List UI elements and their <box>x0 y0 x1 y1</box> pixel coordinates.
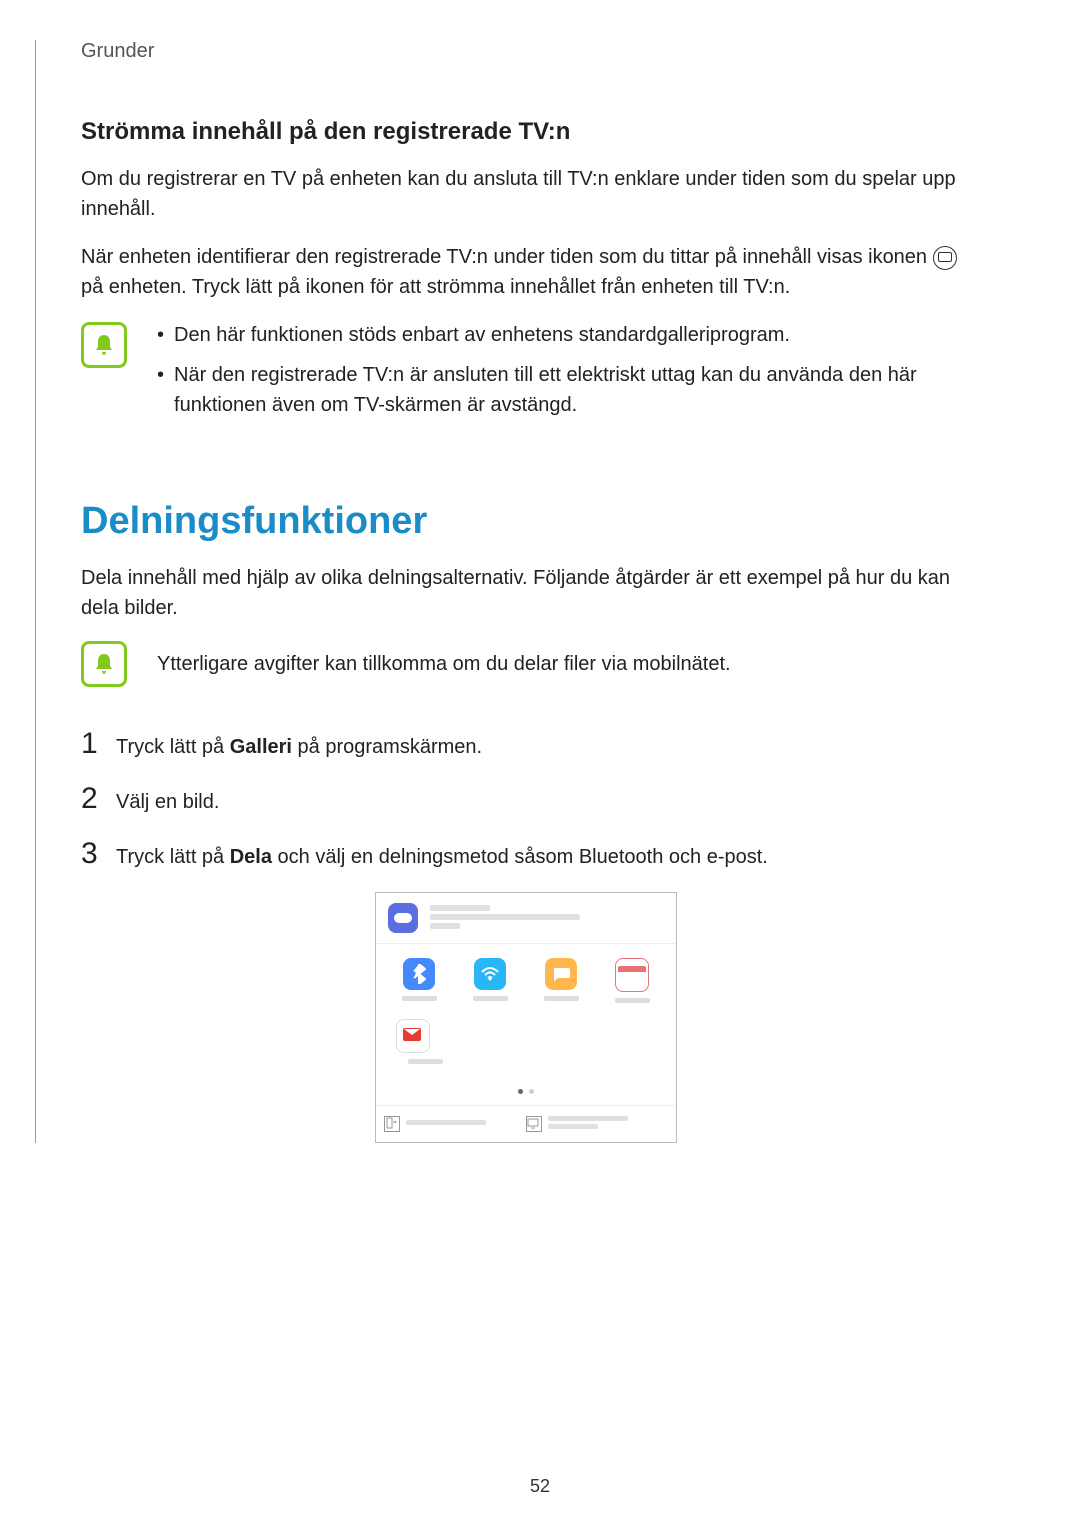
text-fragment: på enheten. Tryck lätt på ikonen för att… <box>81 276 790 298</box>
section-heading-stream: Strömma innehåll på den registrerade TV:… <box>81 118 1000 146</box>
share-option-messages <box>531 958 591 1003</box>
text-fragment: och välj en delningsmetod såsom Bluetoot… <box>272 846 768 868</box>
note-text: Den här funktionen stöds enbart av enhet… <box>174 320 790 350</box>
device-icon <box>384 1116 400 1132</box>
page-indicator <box>376 1078 676 1106</box>
text-fragment: på programskärmen. <box>292 736 482 758</box>
step-2: 2 Välj en bild. <box>81 782 970 817</box>
note-item: • Den här funktionen stöds enbart av enh… <box>157 320 970 350</box>
message-icon <box>545 958 577 990</box>
bullet: • <box>157 320 164 350</box>
share-option-wifi <box>460 958 520 1003</box>
breadcrumb: Grunder <box>81 40 1000 63</box>
note-text: Ytterligare avgifter kan tillkomma om du… <box>157 649 731 679</box>
wifi-icon <box>474 958 506 990</box>
step-number: 1 <box>81 727 116 761</box>
text-fragment: Välj en bild. <box>116 791 219 813</box>
bell-icon <box>81 322 127 368</box>
step-number: 3 <box>81 837 116 871</box>
note-item: • När den registrerade TV:n är ansluten … <box>157 360 970 420</box>
paragraph: När enheten identifierar den registrerad… <box>81 242 970 302</box>
cast-icon <box>933 246 957 270</box>
page-number: 52 <box>0 1476 1080 1497</box>
text-fragment: När enheten identifierar den registrerad… <box>81 246 933 268</box>
calendar-icon <box>615 958 649 992</box>
step-number: 2 <box>81 782 116 816</box>
note-block: • Den här funktionen stöds enbart av enh… <box>81 320 970 430</box>
bell-icon <box>81 641 127 687</box>
step-1: 1 Tryck lätt på Galleri på programskärme… <box>81 727 970 762</box>
bold-text: Galleri <box>230 736 292 758</box>
smart-view-option <box>526 1116 668 1132</box>
tv-icon <box>526 1116 542 1132</box>
cloud-icon <box>388 903 418 933</box>
text-fragment: Tryck lätt på <box>116 736 230 758</box>
transfer-files-option <box>384 1116 526 1132</box>
share-dialog-screenshot <box>375 892 677 1143</box>
paragraph: Dela innehåll med hjälp av olika delning… <box>81 563 970 623</box>
note-block: Ytterligare avgifter kan tillkomma om du… <box>81 641 970 687</box>
step-3: 3 Tryck lätt på Dela och välj en delning… <box>81 837 970 872</box>
share-option-email <box>396 1019 456 1064</box>
paragraph: Om du registrerar en TV på enheten kan d… <box>81 164 970 224</box>
bluetooth-icon <box>403 958 435 990</box>
email-icon <box>396 1019 430 1053</box>
share-option-calendar <box>602 958 662 1003</box>
bold-text: Dela <box>230 846 272 868</box>
text-fragment: Tryck lätt på <box>116 846 230 868</box>
share-option-bluetooth <box>389 958 449 1003</box>
bullet: • <box>157 360 164 420</box>
main-heading-sharing: Delningsfunktioner <box>81 500 1000 543</box>
note-text: När den registrerade TV:n är ansluten ti… <box>174 360 970 420</box>
link-sharing-row <box>376 893 676 944</box>
